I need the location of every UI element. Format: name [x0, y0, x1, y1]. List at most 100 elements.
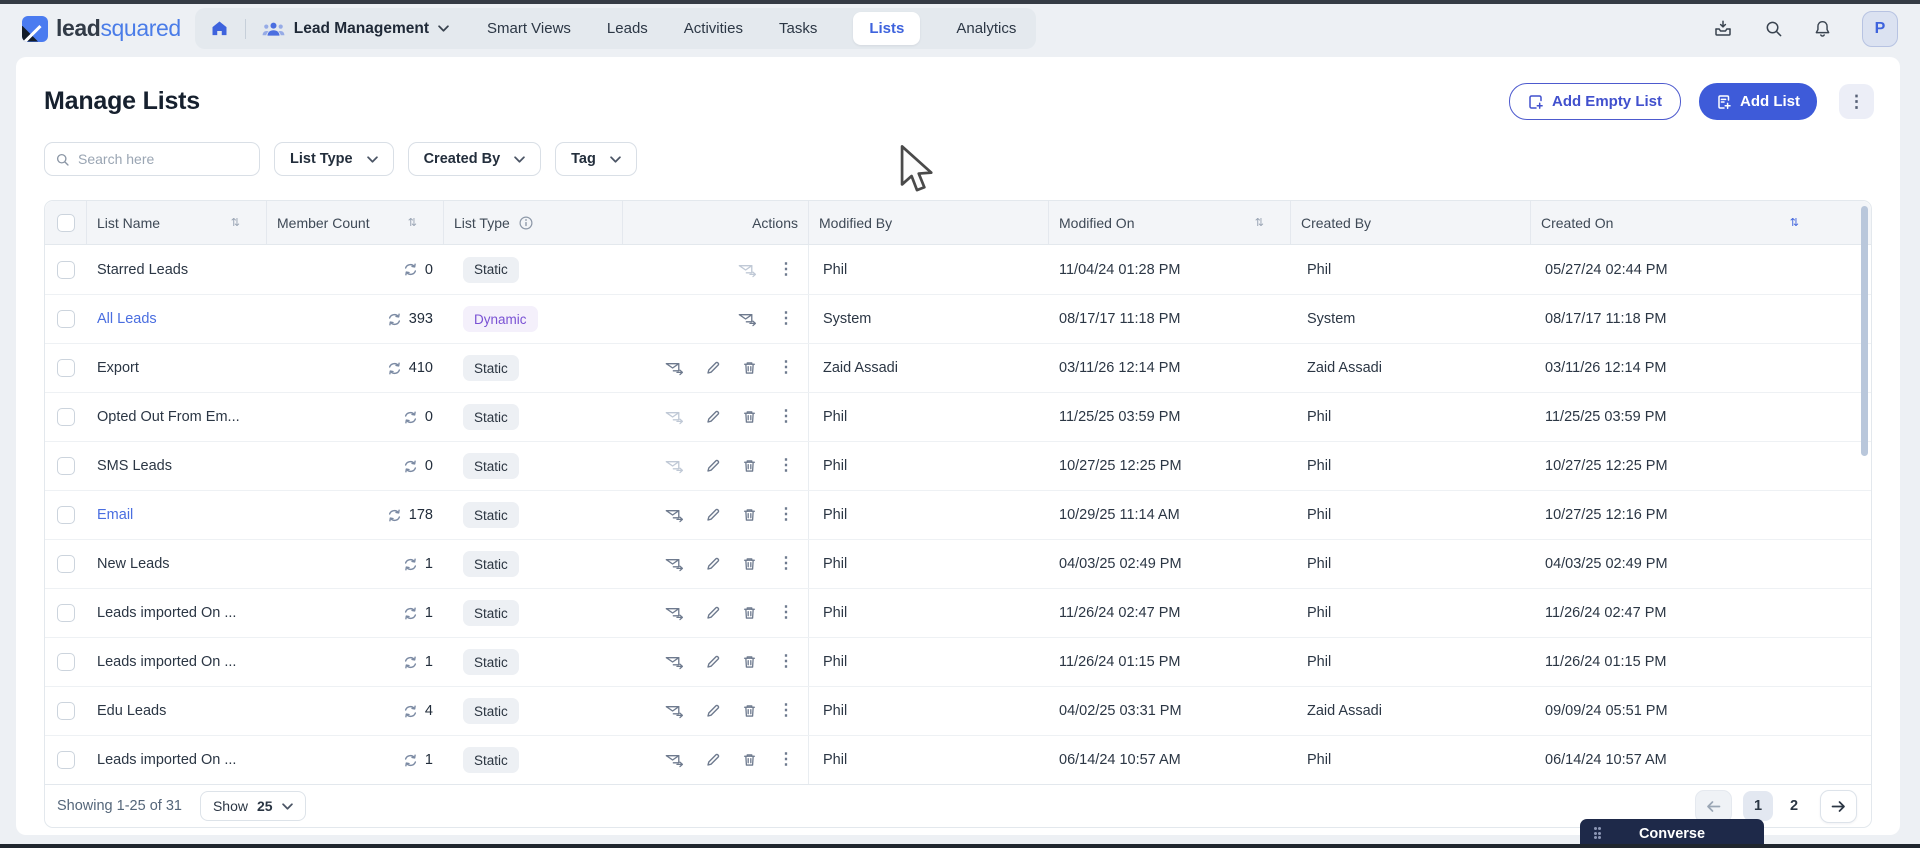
delete-icon[interactable]	[742, 654, 757, 670]
tab-analytics[interactable]: Analytics	[956, 20, 1016, 37]
page-size-dropdown[interactable]: Show 25	[199, 791, 306, 821]
filter-label: Created By	[423, 151, 501, 167]
add-list-button[interactable]: Add List	[1699, 83, 1817, 120]
delete-icon[interactable]	[742, 752, 757, 768]
previous-page-button[interactable]	[1695, 789, 1732, 823]
more-options-button[interactable]: ⋮	[1839, 84, 1874, 119]
edit-icon[interactable]	[705, 654, 721, 670]
member-count: 1	[424, 654, 433, 670]
tab-leads[interactable]: Leads	[607, 20, 648, 37]
select-all-checkbox[interactable]	[56, 213, 75, 232]
more-actions-icon[interactable]: ⋮	[778, 654, 794, 670]
refresh-count-icon[interactable]	[403, 262, 418, 277]
row-checkbox[interactable]	[57, 310, 75, 328]
leadsquared-logo[interactable]: leadsquared	[22, 15, 181, 42]
row-checkbox[interactable]	[57, 751, 75, 769]
refresh-count-icon[interactable]	[403, 753, 418, 768]
next-page-button[interactable]	[1820, 789, 1857, 823]
more-actions-icon[interactable]: ⋮	[778, 507, 794, 523]
tab-tasks[interactable]: Tasks	[779, 20, 817, 37]
sort-member-count-icon[interactable]: ⇅	[408, 216, 417, 229]
edit-icon[interactable]	[705, 360, 721, 376]
delete-icon[interactable]	[742, 360, 757, 376]
more-actions-icon[interactable]: ⋮	[778, 752, 794, 768]
delete-icon[interactable]	[742, 409, 757, 425]
send-email-icon[interactable]	[665, 654, 684, 670]
search-icon[interactable]	[1764, 19, 1783, 38]
refresh-count-icon[interactable]	[403, 704, 418, 719]
table-scrollbar-thumb[interactable]	[1861, 206, 1868, 456]
send-email-icon[interactable]	[665, 458, 684, 474]
delete-icon[interactable]	[742, 507, 757, 523]
tab-lists[interactable]: Lists	[853, 12, 921, 45]
refresh-count-icon[interactable]	[387, 508, 402, 523]
row-checkbox[interactable]	[57, 260, 75, 279]
refresh-count-icon[interactable]	[387, 361, 402, 376]
more-actions-icon[interactable]: ⋮	[778, 360, 794, 376]
search-input[interactable]	[78, 151, 249, 167]
edit-icon[interactable]	[705, 507, 721, 523]
notifications-bell-icon[interactable]	[1813, 19, 1832, 39]
send-email-icon[interactable]	[738, 262, 757, 278]
row-checkbox[interactable]	[57, 702, 75, 720]
delete-icon[interactable]	[742, 605, 757, 621]
home-icon[interactable]	[203, 12, 237, 46]
more-actions-icon[interactable]: ⋮	[778, 605, 794, 621]
more-actions-icon[interactable]: ⋮	[778, 409, 794, 425]
refresh-count-icon[interactable]	[403, 557, 418, 572]
row-checkbox[interactable]	[57, 555, 75, 573]
drag-handle-icon[interactable]	[1594, 827, 1602, 841]
filter-dropdown-created-by[interactable]: Created By	[407, 142, 542, 176]
list-name[interactable]: Email	[97, 507, 133, 523]
delete-icon[interactable]	[742, 556, 757, 572]
row-checkbox[interactable]	[57, 408, 75, 426]
more-actions-icon[interactable]: ⋮	[778, 311, 794, 327]
edit-icon[interactable]	[705, 409, 721, 425]
more-actions-icon[interactable]: ⋮	[778, 556, 794, 572]
sort-modified-on-icon[interactable]: ⇅	[1255, 216, 1264, 229]
edit-icon[interactable]	[705, 458, 721, 474]
refresh-count-icon[interactable]	[403, 459, 418, 474]
row-checkbox[interactable]	[57, 506, 75, 524]
send-email-icon[interactable]	[665, 752, 684, 768]
send-email-icon[interactable]	[665, 703, 684, 719]
more-actions-icon[interactable]: ⋮	[778, 261, 794, 278]
list-name[interactable]: All Leads	[97, 311, 157, 327]
row-checkbox[interactable]	[57, 653, 75, 671]
sort-list-name-icon[interactable]: ⇅	[231, 216, 240, 229]
tab-smart-views[interactable]: Smart Views	[487, 20, 571, 37]
more-actions-icon[interactable]: ⋮	[778, 458, 794, 474]
page-1-button[interactable]: 1	[1743, 791, 1773, 821]
workspace-switcher[interactable]: Lead Management	[254, 20, 457, 38]
header-created-by: Created By	[1291, 201, 1531, 244]
tab-activities[interactable]: Activities	[684, 20, 743, 37]
send-email-icon[interactable]	[665, 507, 684, 523]
row-checkbox[interactable]	[57, 359, 75, 377]
send-email-icon[interactable]	[665, 360, 684, 376]
add-empty-list-button[interactable]: Add Empty List	[1508, 83, 1681, 120]
sort-created-on-icon[interactable]: ⇅	[1790, 216, 1799, 229]
refresh-count-icon[interactable]	[387, 312, 402, 327]
page-2-button[interactable]: 2	[1779, 791, 1809, 821]
edit-icon[interactable]	[705, 703, 721, 719]
import-inbox-icon[interactable]	[1712, 18, 1734, 39]
edit-icon[interactable]	[705, 605, 721, 621]
row-checkbox[interactable]	[57, 457, 75, 475]
refresh-count-icon[interactable]	[403, 606, 418, 621]
send-email-icon[interactable]	[665, 409, 684, 425]
row-checkbox[interactable]	[57, 604, 75, 622]
filter-dropdown-list-type[interactable]: List Type	[274, 142, 394, 176]
list-type-info-icon[interactable]	[519, 215, 533, 230]
send-email-icon[interactable]	[665, 605, 684, 621]
delete-icon[interactable]	[742, 703, 757, 719]
send-email-icon[interactable]	[738, 311, 757, 327]
refresh-count-icon[interactable]	[403, 410, 418, 425]
user-avatar[interactable]: P	[1862, 10, 1898, 47]
filter-dropdown-tag[interactable]: Tag	[555, 142, 637, 176]
refresh-count-icon[interactable]	[403, 655, 418, 670]
edit-icon[interactable]	[705, 752, 721, 768]
edit-icon[interactable]	[705, 556, 721, 572]
send-email-icon[interactable]	[665, 556, 684, 572]
more-actions-icon[interactable]: ⋮	[778, 703, 794, 719]
delete-icon[interactable]	[742, 458, 757, 474]
